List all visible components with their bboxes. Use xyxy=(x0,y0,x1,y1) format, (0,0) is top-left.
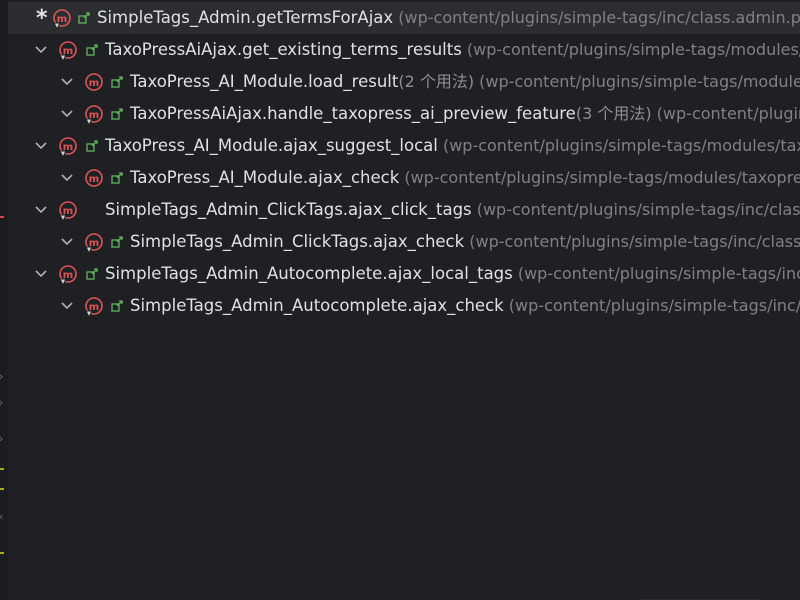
method-name: SimpleTags_Admin_Autocomplete.ajax_local… xyxy=(105,264,513,283)
method-m-icon: m xyxy=(58,130,80,162)
gutter-fold-icon: › xyxy=(0,370,3,383)
public-access-icon xyxy=(111,226,125,258)
row-text: SimpleTags_Admin_ClickTags.ajax_check (w… xyxy=(130,226,800,258)
method-m-icon: m xyxy=(84,66,106,98)
method-name: SimpleTags_Admin_ClickTags.ajax_click_ta… xyxy=(105,200,472,219)
tree-row[interactable]: m TaxoPress_AI_Module.ajax_check (wp-con… xyxy=(8,162,800,194)
tree-row[interactable]: m TaxoPressAiAjax.get_existing_terms_res… xyxy=(8,34,800,66)
file-path: (wp-content/plugins/simple-tags/modules/… xyxy=(479,72,800,91)
tree-row[interactable]: m TaxoPress_AI_Module.ajax_suggest_local… xyxy=(8,130,800,162)
row-text: SimpleTags_Admin_Autocomplete.ajax_check… xyxy=(130,290,800,322)
method-m-icon: m xyxy=(58,258,80,290)
gutter-marker xyxy=(0,552,4,554)
chevron-down-icon[interactable] xyxy=(60,162,74,194)
file-path: (wp-content/plugins/simple-tags/inc/clas… xyxy=(517,264,800,283)
usage-count: (2 个用法) xyxy=(398,72,475,91)
tree-row[interactable]: m TaxoPress_AI_Module.load_result(2 个用法)… xyxy=(8,66,800,98)
row-text: TaxoPressAiAjax.handle_taxopress_ai_prev… xyxy=(130,98,800,130)
public-access-icon xyxy=(86,258,100,290)
method-name: SimpleTags_Admin.getTermsForAjax xyxy=(97,8,394,27)
method-name: TaxoPress_AI_Module.load_result xyxy=(130,72,399,91)
tree-row[interactable]: m TaxoPressAiAjax.handle_taxopress_ai_pr… xyxy=(8,98,800,130)
gutter-fold-icon: › xyxy=(0,396,3,409)
file-path: (wp-content/plugins/simple-tags/modules/… xyxy=(466,40,800,59)
method-m-icon: m xyxy=(84,290,106,322)
file-path: (wp-content/plugins/simple-tags/inc/clas… xyxy=(508,296,800,315)
left-gutter: › › › ‹ xyxy=(0,0,8,600)
public-access-icon xyxy=(86,34,100,66)
chevron-down-icon[interactable] xyxy=(60,290,74,322)
tree-row[interactable]: m SimpleTags_Admin_ClickTags.ajax_click_… xyxy=(8,194,800,226)
gutter-fold-icon: › xyxy=(0,432,3,445)
method-m-icon: m xyxy=(84,226,106,258)
file-path: (wp-content/plugins/simple-tags/modules/… xyxy=(404,168,800,187)
row-text: SimpleTags_Admin_Autocomplete.ajax_local… xyxy=(105,258,800,290)
file-path: (wp-content/plugins/simple-tags/modules/… xyxy=(656,104,800,123)
row-text: TaxoPressAiAjax.get_existing_terms_resul… xyxy=(105,34,800,66)
method-name: TaxoPress_AI_Module.ajax_suggest_local xyxy=(105,136,438,155)
method-name: TaxoPress_AI_Module.ajax_check xyxy=(130,168,400,187)
chevron-down-icon[interactable] xyxy=(34,258,48,290)
row-text: SimpleTags_Admin_ClickTags.ajax_click_ta… xyxy=(105,194,800,226)
method-name: SimpleTags_Admin_ClickTags.ajax_check xyxy=(130,232,465,251)
file-path: (wp-content/plugins/simple-tags/modules/… xyxy=(442,136,800,155)
chevron-down-icon[interactable] xyxy=(60,98,74,130)
chevron-down-icon[interactable] xyxy=(34,130,48,162)
chevron-down-icon[interactable] xyxy=(34,34,48,66)
tree-row[interactable]: m SimpleTags_Admin_Autocomplete.ajax_che… xyxy=(8,290,800,322)
tree-row-root[interactable]: * m SimpleTags_Admin.getTermsForAjax (wp… xyxy=(8,2,800,34)
method-m-icon: m xyxy=(58,194,80,226)
row-text: TaxoPress_AI_Module.load_result(2 个用法) (… xyxy=(130,66,800,98)
method-name: TaxoPressAiAjax.get_existing_terms_resul… xyxy=(105,40,462,59)
gutter-marker xyxy=(0,216,4,218)
gutter-fold-icon: ‹ xyxy=(0,510,3,523)
file-path: (wp-content/plugins/simple-tags/inc/clas… xyxy=(476,200,800,219)
svg-text:m: m xyxy=(89,174,99,185)
call-hierarchy-tree: * m SimpleTags_Admin.getTermsForAjax (wp… xyxy=(8,2,800,322)
chevron-down-icon[interactable] xyxy=(60,66,74,98)
row-text: TaxoPress_AI_Module.ajax_check (wp-conte… xyxy=(130,162,800,194)
method-m-icon: m xyxy=(84,98,106,130)
tree-row[interactable]: m SimpleTags_Admin_Autocomplete.ajax_loc… xyxy=(8,258,800,290)
public-access-icon xyxy=(111,290,125,322)
method-m-icon: m xyxy=(58,34,80,66)
public-access-icon xyxy=(78,2,92,34)
tree-row[interactable]: m SimpleTags_Admin_ClickTags.ajax_check … xyxy=(8,226,800,258)
gutter-marker xyxy=(0,488,4,490)
method-m-icon: m xyxy=(52,2,74,34)
gutter-marker xyxy=(0,468,4,470)
public-access-icon xyxy=(111,66,125,98)
method-name: TaxoPressAiAjax.handle_taxopress_ai_prev… xyxy=(130,104,576,123)
file-path: (wp-content/plugins/simple-tags/inc/clas… xyxy=(393,8,800,27)
public-access-icon xyxy=(111,162,125,194)
file-path: (wp-content/plugins/simple-tags/inc/clas… xyxy=(469,232,800,251)
chevron-down-icon[interactable] xyxy=(34,194,48,226)
usage-count: (3 个用法) xyxy=(575,104,652,123)
row-text: SimpleTags_Admin.getTermsForAjax (wp-con… xyxy=(97,2,800,34)
method-name: SimpleTags_Admin_Autocomplete.ajax_check xyxy=(130,296,504,315)
method-m-icon: m xyxy=(84,162,106,194)
svg-text:m: m xyxy=(89,78,99,89)
chevron-down-icon[interactable] xyxy=(60,226,74,258)
public-access-icon xyxy=(111,98,125,130)
root-marker: * xyxy=(36,6,48,31)
public-access-icon xyxy=(86,130,100,162)
row-text: TaxoPress_AI_Module.ajax_suggest_local (… xyxy=(105,130,800,162)
